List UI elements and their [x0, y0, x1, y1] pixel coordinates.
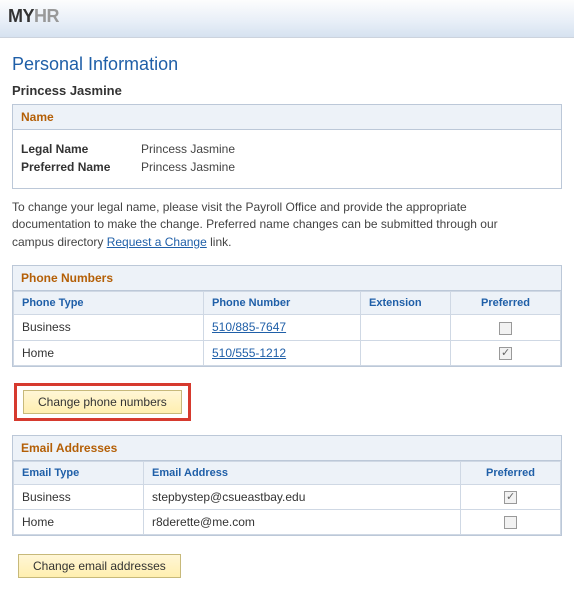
legal-name-label: Legal Name [21, 142, 141, 156]
preferred-name-value: Princess Jasmine [141, 160, 235, 174]
app-logo: MYHR [8, 6, 59, 26]
name-section: Name Legal Name Princess Jasmine Preferr… [12, 104, 562, 189]
change-phone-numbers-button[interactable]: Change phone numbers [23, 390, 182, 414]
name-change-helptext: To change your legal name, please visit … [12, 199, 532, 251]
email-col-addr: Email Address [144, 461, 461, 484]
person-name: Princess Jasmine [12, 83, 562, 98]
email-section: Email Addresses Email Type Email Address… [12, 435, 562, 537]
top-bar: MYHR [0, 0, 574, 38]
phone-ext-cell [361, 315, 451, 340]
phone-col-number: Phone Number [204, 292, 361, 315]
email-preferred-checkbox [504, 491, 517, 504]
phone-table: Phone Type Phone Number Extension Prefer… [13, 291, 561, 366]
email-col-type: Email Type [14, 461, 144, 484]
email-addr-cell: stepbystep@csueastbay.edu [144, 484, 461, 509]
logo-part-my: MY [8, 6, 34, 26]
phone-section-header: Phone Numbers [13, 266, 561, 291]
page-title: Personal Information [12, 54, 562, 75]
email-row: Home r8derette@me.com [14, 510, 561, 535]
email-preferred-checkbox [504, 516, 517, 529]
request-a-change-link[interactable]: Request a Change [107, 235, 207, 249]
email-table: Email Type Email Address Preferred Busin… [13, 461, 561, 536]
phone-ext-cell [361, 340, 451, 365]
email-addr-cell: r8derette@me.com [144, 510, 461, 535]
name-section-header: Name [13, 105, 561, 130]
phone-row: Home 510/555-1212 [14, 340, 561, 365]
email-section-header: Email Addresses [13, 436, 561, 461]
preferred-name-row: Preferred Name Princess Jasmine [21, 160, 553, 174]
phone-col-type: Phone Type [14, 292, 204, 315]
preferred-name-label: Preferred Name [21, 160, 141, 174]
phone-section: Phone Numbers Phone Type Phone Number Ex… [12, 265, 562, 367]
helptext-after: link. [207, 235, 232, 249]
phone-number-link[interactable]: 510/555-1212 [212, 346, 286, 360]
email-row: Business stepbystep@csueastbay.edu [14, 484, 561, 509]
email-type-cell: Business [14, 484, 144, 509]
change-email-addresses-button[interactable]: Change email addresses [18, 554, 181, 578]
phone-type-cell: Home [14, 340, 204, 365]
content-area: Personal Information Princess Jasmine Na… [0, 38, 574, 612]
logo-part-hr: HR [34, 6, 59, 26]
phone-type-cell: Business [14, 315, 204, 340]
legal-name-row: Legal Name Princess Jasmine [21, 142, 553, 156]
phone-col-ext: Extension [361, 292, 451, 315]
phone-preferred-checkbox [499, 347, 512, 360]
phone-number-link[interactable]: 510/885-7647 [212, 320, 286, 334]
email-col-pref: Preferred [461, 461, 561, 484]
phone-preferred-checkbox [499, 322, 512, 335]
change-phone-highlight: Change phone numbers [14, 383, 191, 421]
phone-row: Business 510/885-7647 [14, 315, 561, 340]
legal-name-value: Princess Jasmine [141, 142, 235, 156]
helptext-before: To change your legal name, please visit … [12, 200, 498, 249]
phone-col-pref: Preferred [451, 292, 561, 315]
email-type-cell: Home [14, 510, 144, 535]
